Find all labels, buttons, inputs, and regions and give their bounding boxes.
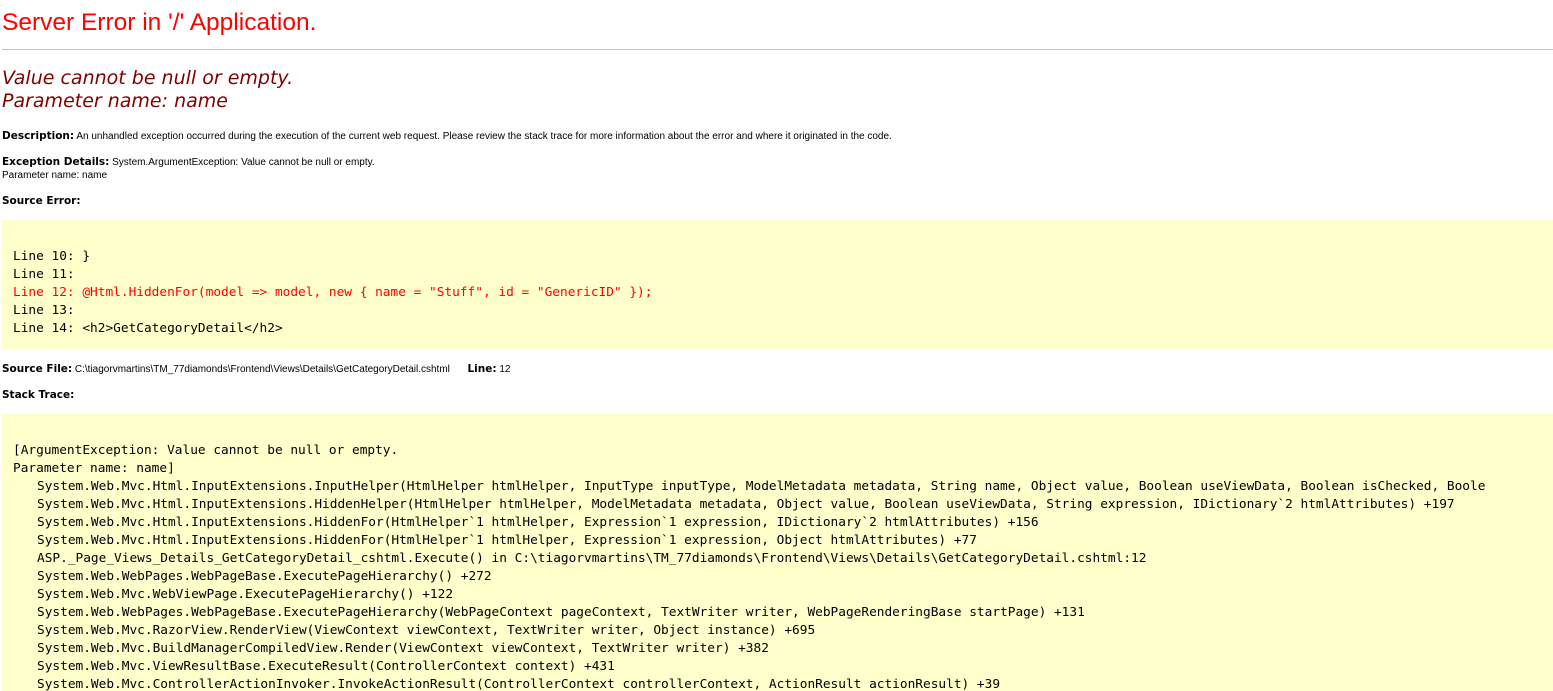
stack-trace-box: [ArgumentException: Value cannot be null… — [2, 414, 1553, 691]
source-file-label: Source File: — [2, 363, 73, 375]
exception-details-label: Exception Details: — [2, 156, 110, 168]
source-code: Line 10: } Line 11: Line 12: @Html.HiddenF… — [2, 220, 1553, 338]
stack-trace-header-line: [ArgumentException: Value cannot be null… — [13, 443, 399, 458]
stack-trace-frame: System.Web.WebPages.WebPageBase.ExecuteP… — [37, 605, 1085, 620]
stack-trace-frame: System.Web.Mvc.WebViewPage.ExecutePageHi… — [37, 587, 454, 602]
source-line: Line 14: <h2>GetCategoryDetail</h2> — [13, 321, 283, 336]
source-line: Line 10: } — [13, 249, 91, 264]
source-line-number: 12 — [499, 364, 511, 375]
stack-trace-frame: ASP._Page_Views_Details_GetCategoryDetai… — [37, 551, 1147, 566]
stack-trace-frame: System.Web.Mvc.Html.InputExtensions.Hidd… — [37, 533, 977, 548]
source-error-heading: Source Error: — [2, 195, 81, 208]
description-block: Description: An unhandled exception occu… — [2, 130, 892, 143]
exception-details-block: Exception Details: System.ArgumentExcept… — [2, 156, 375, 182]
stack-trace-frame: System.Web.WebPages.WebPageBase.ExecuteP… — [37, 569, 492, 584]
error-parameter: Parameter name: name — [2, 90, 228, 112]
exception-details-parameter: Parameter name: name — [2, 170, 108, 181]
source-file-block: Source File: C:\tiagorvmartins\TM_77diam… — [2, 363, 510, 376]
source-line-error: Line 12: @Html.HiddenFor(model => model,… — [13, 285, 653, 300]
error-message-heading: Value cannot be null or empty. Parameter… — [2, 67, 293, 113]
source-line: Line 11: — [13, 267, 75, 282]
page-title: Server Error in '/' Application. — [2, 9, 317, 36]
stack-trace-frame: System.Web.Mvc.Html.InputExtensions.Hidd… — [37, 515, 1039, 530]
stack-trace-frame: System.Web.Mvc.BuildManagerCompiledView.… — [37, 641, 769, 656]
stack-trace-frame: System.Web.Mvc.ViewResultBase.ExecuteRes… — [37, 659, 615, 674]
stack-trace-heading: Stack Trace: — [2, 389, 74, 402]
source-error-label: Source Error: — [2, 195, 81, 207]
error-page: Server Error in '/' Application. Value c… — [0, 0, 1553, 691]
stack-trace-frame: System.Web.Mvc.ControllerActionInvoker.I… — [37, 677, 1001, 691]
stack-trace-text: [ArgumentException: Value cannot be null… — [2, 414, 1553, 691]
source-error-box: Line 10: } Line 11: Line 12: @Html.HiddenF… — [2, 220, 1553, 349]
source-line-label: Line: — [467, 363, 497, 375]
title-divider — [2, 49, 1553, 50]
stack-trace-frame: System.Web.Mvc.Html.InputExtensions.Inpu… — [37, 479, 1486, 494]
stack-trace-frame: System.Web.Mvc.Html.InputExtensions.Hidd… — [37, 497, 1455, 512]
error-message: Value cannot be null or empty. — [2, 67, 294, 89]
source-file-path: C:\tiagorvmartins\TM_77diamonds\Frontend… — [74, 364, 450, 375]
description-text: An unhandled exception occurred during t… — [76, 131, 892, 142]
stack-trace-label: Stack Trace: — [2, 389, 75, 401]
stack-trace-frame: System.Web.Mvc.RazorView.RenderView(View… — [37, 623, 816, 638]
stack-trace-header-line: Parameter name: name] — [13, 461, 175, 476]
exception-details-text: System.ArgumentException: Value cannot b… — [112, 157, 375, 168]
source-line: Line 13: — [13, 303, 75, 318]
description-label: Description: — [2, 130, 75, 142]
